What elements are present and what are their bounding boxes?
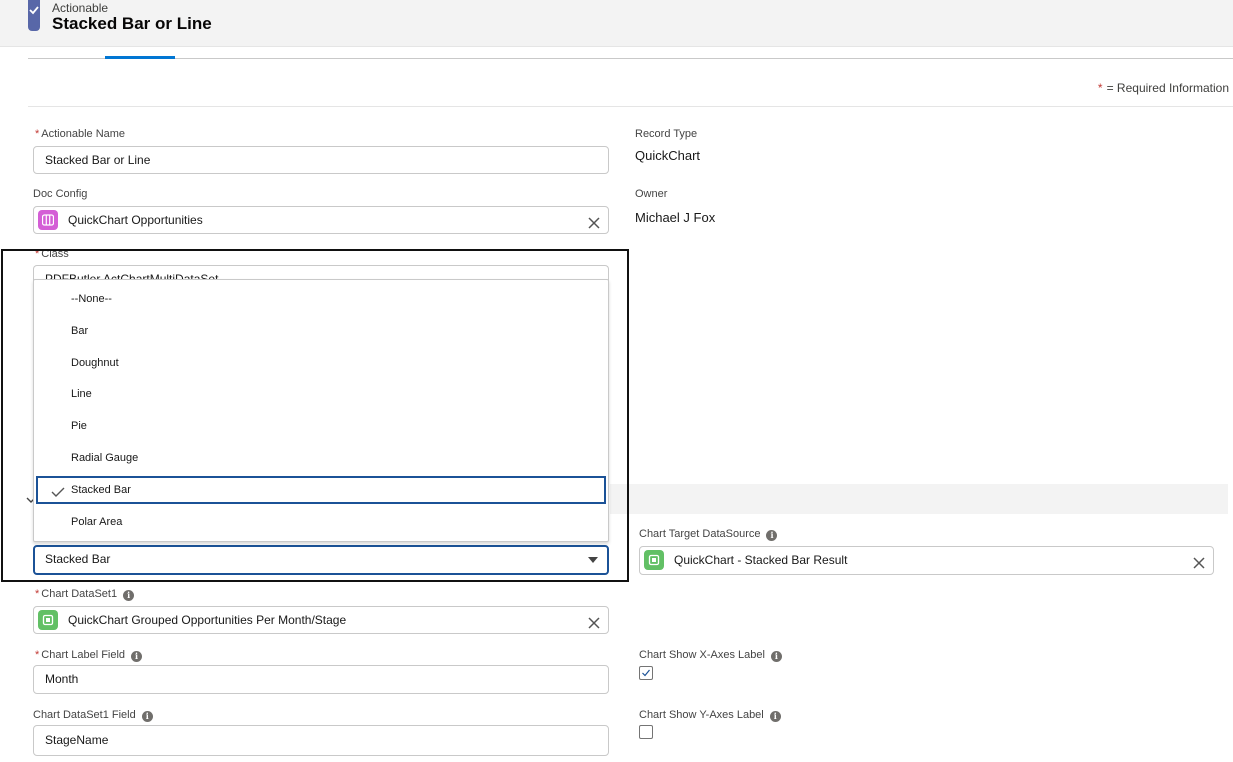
tab-details-active-indicator[interactable] [105,56,175,59]
chart-target-datasource-lookup[interactable]: QuickChart - Stacked Bar Result [639,546,1214,575]
required-star: * [1097,81,1103,95]
doc-config-value: QuickChart Opportunities [68,213,203,227]
record-type-label: Record Type [635,128,698,140]
info-icon[interactable]: i [131,651,143,662]
close-icon[interactable] [587,213,601,229]
close-icon[interactable] [587,613,601,629]
info-icon[interactable]: i [770,651,782,662]
grid-icon [38,210,58,230]
info-icon[interactable]: i [769,711,781,722]
owner-value[interactable]: Michael J Fox [635,210,715,225]
chip-icon [644,550,664,570]
actionable-name-input[interactable]: Stacked Bar or Line [33,146,609,174]
doc-config-lookup[interactable]: QuickChart Opportunities [33,206,609,234]
section-divider [28,106,1233,107]
info-icon[interactable]: i [766,530,778,541]
section-header-band [610,484,1228,514]
chart-show-y-axes-label-checkbox[interactable] [639,725,653,739]
actionable-object-icon [28,0,40,31]
owner-label: Owner [635,188,668,200]
highlight-annotation-box [1,249,629,582]
doc-config-label: Doc Config [33,188,88,200]
close-icon[interactable] [1192,553,1206,569]
tab-bar-divider [28,58,1233,59]
record-title: Stacked Bar or Line [52,14,212,33]
info-icon[interactable]: i [123,590,135,601]
required-information-legend: * = Required Information [1098,81,1229,95]
chip-icon [38,610,58,630]
chart-show-x-axes-label-checkbox[interactable] [639,666,653,680]
page-header: Actionable Stacked Bar or Line [0,0,1233,47]
object-type-label: Actionable [52,1,109,15]
chart-dataset1-lookup[interactable]: QuickChart Grouped Opportunities Per Mon… [33,606,609,634]
chart-dataset1-field-label: Chart DataSet1 Field i [33,709,153,722]
chart-show-x-axes-label-label: Chart Show X-Axes Label i [639,649,782,662]
info-icon[interactable]: i [141,711,153,722]
chart-label-field-input[interactable]: Month [33,665,609,694]
chart-dataset1-label: * Chart DataSet1 i [35,588,135,601]
record-type-value: QuickChart [635,148,701,163]
chart-label-field-label: * Chart Label Field i [35,649,143,662]
chart-target-datasource-label: Chart Target DataSource i [639,528,778,541]
chart-show-y-axes-label-label: Chart Show Y-Axes Label i [639,709,781,722]
chart-dataset1-value: QuickChart Grouped Opportunities Per Mon… [68,613,347,627]
required-information-text: = Required Information [1106,81,1229,95]
chart-target-datasource-value: QuickChart - Stacked Bar Result [674,553,848,567]
chart-dataset1-field-input[interactable]: StageName [33,725,609,756]
actionable-name-label: * Actionable Name [35,128,126,140]
